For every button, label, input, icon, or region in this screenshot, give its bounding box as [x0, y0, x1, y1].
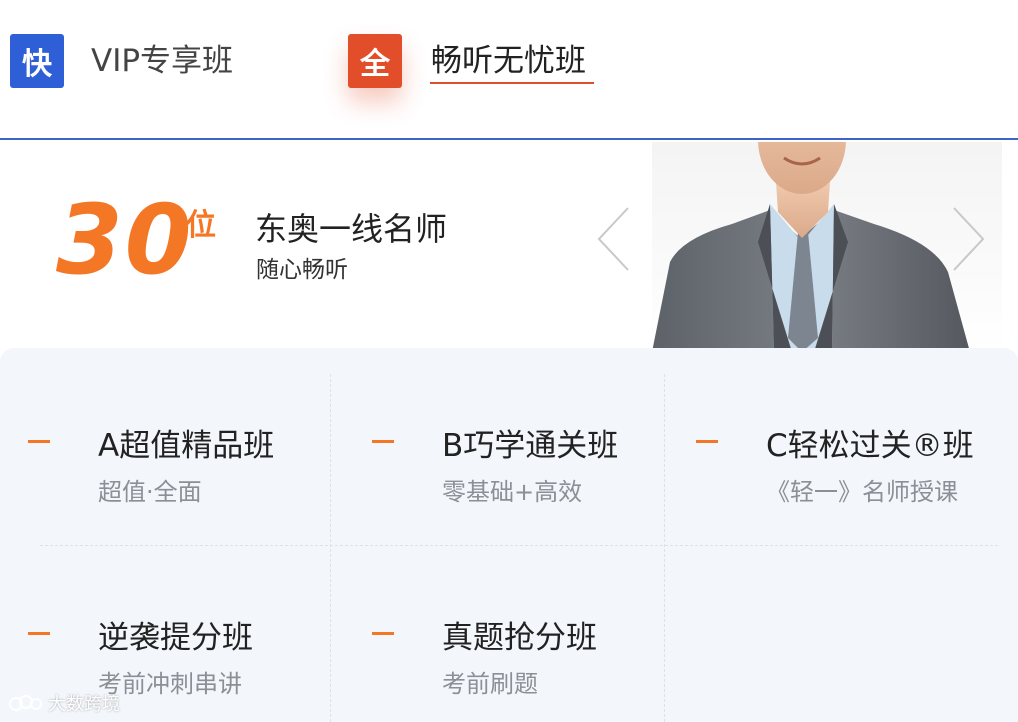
class-title: B巧学通关班 [442, 428, 619, 464]
class-title: A超值精品班 [98, 428, 275, 464]
class-item-b[interactable]: B巧学通关班 零基础+高效 [372, 400, 692, 510]
class-item-comeback[interactable]: 逆袭提分班 考前冲刺串讲 [28, 592, 348, 702]
full-listen-badge: 全 [348, 34, 402, 88]
class-subtitle: 零基础+高效 [442, 478, 583, 506]
watermark-text: 大数跨境 [48, 694, 120, 715]
tab-vip-label: VIP专享班 [91, 43, 234, 79]
class-subtitle: 考前刷题 [442, 670, 538, 698]
next-arrow-icon[interactable] [950, 206, 986, 272]
dash-icon [28, 632, 50, 635]
dash-icon [28, 440, 50, 443]
watermark-logo-icon [9, 695, 42, 711]
class-title: 逆袭提分班 [98, 620, 253, 656]
teacher-count: 30 [56, 184, 194, 296]
watermark: 大数跨境 [8, 690, 120, 716]
course-type-tabs: 快 VIP专享班 全 畅听无忧班 [0, 0, 1018, 140]
teacher-count-unit: 位 [186, 208, 216, 243]
class-subtitle: 《轻一》名师授课 [766, 478, 958, 506]
class-item-exam[interactable]: 真题抢分班 考前刷题 [372, 592, 692, 702]
class-item-a[interactable]: A超值精品班 超值·全面 [28, 400, 348, 510]
dash-icon [372, 632, 394, 635]
banner-title: 东奥一线名师 [255, 210, 448, 248]
row-divider [40, 545, 998, 546]
class-title: 真题抢分班 [442, 620, 597, 656]
tab-vip[interactable]: 快 VIP专享班 [10, 26, 233, 96]
class-list-panel: A超值精品班 超值·全面 B巧学通关班 零基础+高效 C轻松过关®班 《轻一》名… [0, 348, 1018, 722]
prev-arrow-icon[interactable] [596, 206, 632, 272]
tab-full-listen-label: 畅听无忧班 [431, 43, 586, 79]
class-item-c[interactable]: C轻松过关®班 《轻一》名师授课 [696, 400, 1016, 510]
dash-icon [696, 440, 718, 443]
dash-icon [372, 440, 394, 443]
class-title: C轻松过关®班 [766, 428, 974, 464]
banner-subtitle: 随心畅听 [256, 257, 348, 283]
active-tab-underline [430, 82, 594, 84]
vip-badge: 快 [10, 34, 64, 88]
teacher-banner: 30 位 东奥一线名师 随心畅听 [0, 142, 1018, 352]
class-subtitle: 超值·全面 [98, 478, 202, 506]
tab-full-listen[interactable]: 全 畅听无忧班 [348, 26, 594, 96]
